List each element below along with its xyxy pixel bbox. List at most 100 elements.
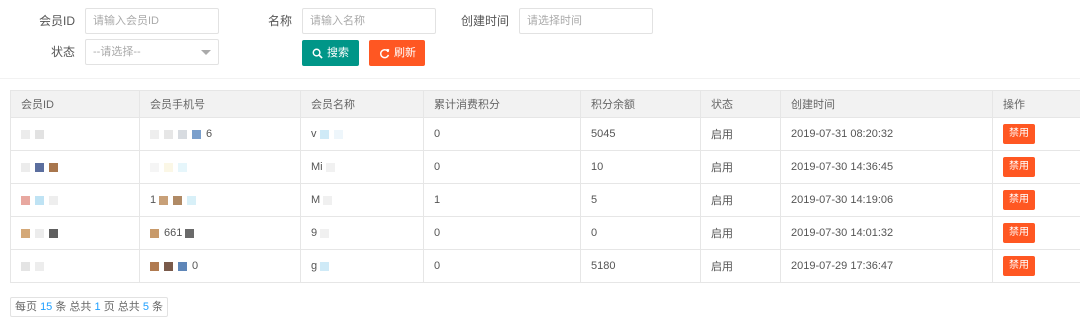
table-header-row: 会员ID 会员手机号 会员名称 累计消费积分 积分余额 状态 创建时间 操作 — [10, 90, 1080, 118]
disable-button[interactable]: 禁用 — [1003, 256, 1035, 276]
redacted-mosaic — [21, 227, 63, 239]
redacted-mosaic — [159, 194, 201, 206]
pager-suffix: 条 — [152, 301, 163, 313]
search-button[interactable]: 搜索 — [302, 40, 359, 66]
cell-member-id — [10, 216, 140, 250]
header-created-time[interactable]: 创建时间 — [780, 90, 993, 118]
created-time-label: 创建时间 — [460, 14, 509, 28]
pager-total-count: 5 — [142, 301, 149, 313]
redacted-mosaic — [21, 260, 49, 272]
cell-points-balance: 10 — [580, 150, 701, 184]
created-time-input[interactable]: 请选择时间 — [519, 8, 653, 34]
member-id-label: 会员ID — [38, 14, 75, 28]
cell-action: 禁用 — [992, 150, 1080, 184]
cell-status: 启用 — [700, 117, 781, 151]
cell-points-balance: 5 — [580, 183, 701, 217]
header-total-points[interactable]: 累计消费积分 — [423, 90, 581, 118]
cell-member-phone: 1 — [139, 183, 301, 217]
member-table: 会员ID 会员手机号 会员名称 累计消费积分 积分余额 状态 创建时间 操作 6… — [10, 90, 1080, 283]
header-member-id[interactable]: 会员ID — [10, 90, 140, 118]
cell-total-points: 1 — [423, 183, 581, 217]
pager-prefix: 每页 — [15, 301, 37, 313]
disable-button[interactable]: 禁用 — [1003, 190, 1035, 210]
table-row: 6 v 0 5045 启用 2019-07-31 08:20:32 禁用 — [10, 117, 1080, 151]
header-member-phone[interactable]: 会员手机号 — [139, 90, 301, 118]
status-select[interactable]: --请选择-- — [85, 39, 219, 65]
cell-created-time: 2019-07-29 17:36:47 — [780, 249, 993, 283]
redacted-mosaic — [185, 227, 199, 239]
search-icon — [312, 48, 323, 59]
cell-total-points: 0 — [423, 150, 581, 184]
cell-created-time: 2019-07-31 08:20:32 — [780, 117, 993, 151]
cell-member-name: M — [300, 183, 424, 217]
redacted-mosaic — [150, 260, 192, 272]
cell-points-balance: 5045 — [580, 117, 701, 151]
cell-member-name: g — [300, 249, 424, 283]
cell-action: 禁用 — [992, 216, 1080, 250]
chevron-down-icon — [201, 50, 211, 55]
cell-created-time: 2019-07-30 14:01:32 — [780, 216, 993, 250]
refresh-button[interactable]: 刷新 — [369, 40, 425, 66]
redacted-mosaic — [21, 194, 63, 206]
divider — [0, 78, 1080, 79]
refresh-icon — [380, 48, 390, 58]
table-row: Mi 0 10 启用 2019-07-30 14:36:45 禁用 — [10, 150, 1080, 184]
pager-per-page[interactable]: 15 — [40, 301, 52, 313]
pagination-summary: 每页 15 条 总共 1 页 总共 5 条 — [10, 297, 168, 317]
cell-member-id — [10, 183, 140, 217]
redacted-mosaic — [320, 227, 334, 239]
cell-status: 启用 — [700, 183, 781, 217]
name-label: 名称 — [267, 14, 292, 28]
member-id-input[interactable]: 请输入会员ID — [85, 8, 219, 34]
header-status[interactable]: 状态 — [700, 90, 781, 118]
cell-action: 禁用 — [992, 183, 1080, 217]
cell-status: 启用 — [700, 150, 781, 184]
redacted-mosaic — [319, 128, 348, 140]
cell-action: 禁用 — [992, 117, 1080, 151]
redacted-mosaic — [21, 128, 49, 140]
cell-member-phone: 661 — [139, 216, 301, 250]
redacted-mosaic — [150, 161, 192, 173]
disable-button[interactable]: 禁用 — [1003, 157, 1035, 177]
header-points-balance[interactable]: 积分余额 — [580, 90, 701, 118]
cell-total-points: 0 — [423, 117, 581, 151]
redacted-mosaic — [323, 194, 337, 206]
table-row: 661 9 0 0 启用 2019-07-30 14:01:32 禁用 — [10, 216, 1080, 250]
pager-text: 条 总共 — [55, 301, 92, 313]
search-button-label: 搜索 — [327, 47, 349, 59]
cell-action: 禁用 — [992, 249, 1080, 283]
cell-created-time: 2019-07-30 14:36:45 — [780, 150, 993, 184]
header-member-name[interactable]: 会员名称 — [300, 90, 424, 118]
cell-member-name: v — [300, 117, 424, 151]
pager-text: 页 总共 — [103, 301, 140, 313]
disable-button[interactable]: 禁用 — [1003, 124, 1035, 144]
table-row: 1 M 1 5 启用 2019-07-30 14:19:06 禁用 — [10, 183, 1080, 217]
redacted-mosaic — [150, 227, 164, 239]
cell-points-balance: 5180 — [580, 249, 701, 283]
cell-created-time: 2019-07-30 14:19:06 — [780, 183, 993, 217]
redacted-mosaic — [150, 128, 206, 140]
redacted-mosaic — [325, 161, 340, 173]
disable-button[interactable]: 禁用 — [1003, 223, 1035, 243]
status-select-value: --请选择-- — [93, 46, 141, 58]
status-label: 状态 — [50, 45, 75, 59]
header-action: 操作 — [992, 90, 1080, 118]
cell-member-name: 9 — [300, 216, 424, 250]
cell-total-points: 0 — [423, 216, 581, 250]
cell-member-name: Mi — [300, 150, 424, 184]
cell-member-phone — [139, 150, 301, 184]
cell-member-phone: 0 — [139, 249, 301, 283]
table-row: 0 g 0 5180 启用 2019-07-29 17:36:47 禁用 — [10, 249, 1080, 283]
redacted-mosaic — [320, 260, 334, 272]
cell-member-id — [10, 150, 140, 184]
pager-page-count: 1 — [94, 301, 101, 313]
cell-status: 启用 — [700, 249, 781, 283]
cell-member-id — [10, 117, 140, 151]
cell-member-id — [10, 249, 140, 283]
cell-status: 启用 — [700, 216, 781, 250]
refresh-button-label: 刷新 — [394, 47, 416, 59]
cell-total-points: 0 — [423, 249, 581, 283]
redacted-mosaic — [21, 161, 63, 173]
name-input[interactable]: 请输入名称 — [302, 8, 436, 34]
cell-member-phone: 6 — [139, 117, 301, 151]
